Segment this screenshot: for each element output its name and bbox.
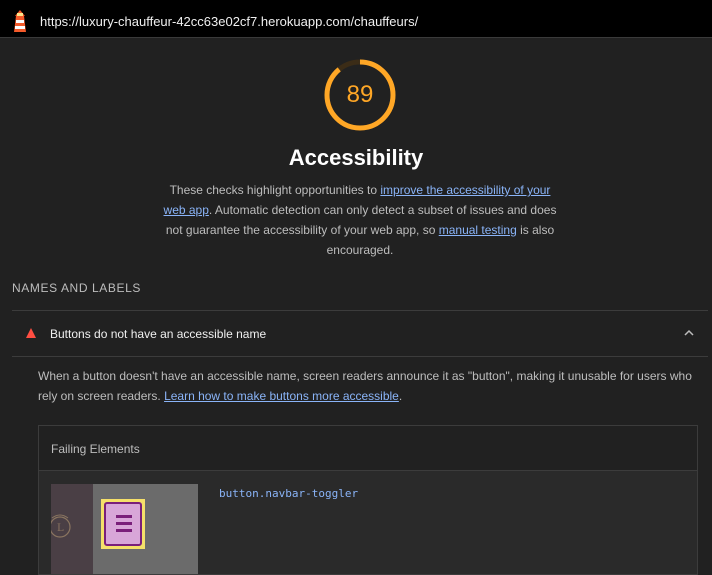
browser-bar: https://luxury-chauffeur-42cc63e02cf7.he… bbox=[0, 0, 712, 38]
fail-triangle-icon bbox=[26, 328, 36, 338]
lighthouse-icon bbox=[14, 10, 26, 32]
category-description: These checks highlight opportunities to … bbox=[160, 180, 560, 260]
category-title: Accessibility bbox=[288, 145, 424, 170]
score-gauge: 89 bbox=[320, 57, 400, 137]
table-row[interactable]: L button.navbar-toggler bbox=[39, 471, 697, 574]
menu-bar bbox=[116, 522, 132, 525]
chevron-up-icon[interactable] bbox=[684, 329, 694, 337]
divider bbox=[12, 356, 708, 357]
audit-description: When a button doesn't have an accessible… bbox=[38, 366, 698, 406]
svg-text:L: L bbox=[57, 523, 64, 534]
audit-title: Buttons do not have an accessible name bbox=[50, 327, 267, 341]
page-url: https://luxury-chauffeur-42cc63e02cf7.he… bbox=[40, 14, 419, 29]
logo-emblem-icon: L bbox=[51, 514, 71, 538]
divider bbox=[12, 310, 708, 311]
failing-elements-table: Failing Elements L button.navbar-toggler bbox=[38, 425, 698, 575]
manual-testing-link[interactable]: manual testing bbox=[439, 223, 517, 237]
navbar-toggler-icon bbox=[104, 502, 142, 546]
audit-header[interactable]: Buttons do not have an accessible name bbox=[12, 312, 708, 356]
menu-bar bbox=[116, 529, 132, 532]
score-value: 89 bbox=[346, 81, 374, 108]
table-header-label: Failing Elements bbox=[51, 442, 140, 456]
table-header: Failing Elements bbox=[39, 426, 697, 471]
learn-more-link[interactable]: Learn how to make buttons more accessibl… bbox=[164, 389, 399, 403]
audit-description-text: . bbox=[398, 389, 403, 403]
element-selector[interactable]: button.navbar-toggler bbox=[219, 487, 358, 500]
element-screenshot-thumbnail[interactable]: L bbox=[51, 484, 198, 574]
description-text: These checks highlight opportunities to bbox=[169, 183, 381, 197]
menu-bar bbox=[116, 515, 132, 518]
group-title: NAMES AND LABELS bbox=[12, 281, 141, 295]
